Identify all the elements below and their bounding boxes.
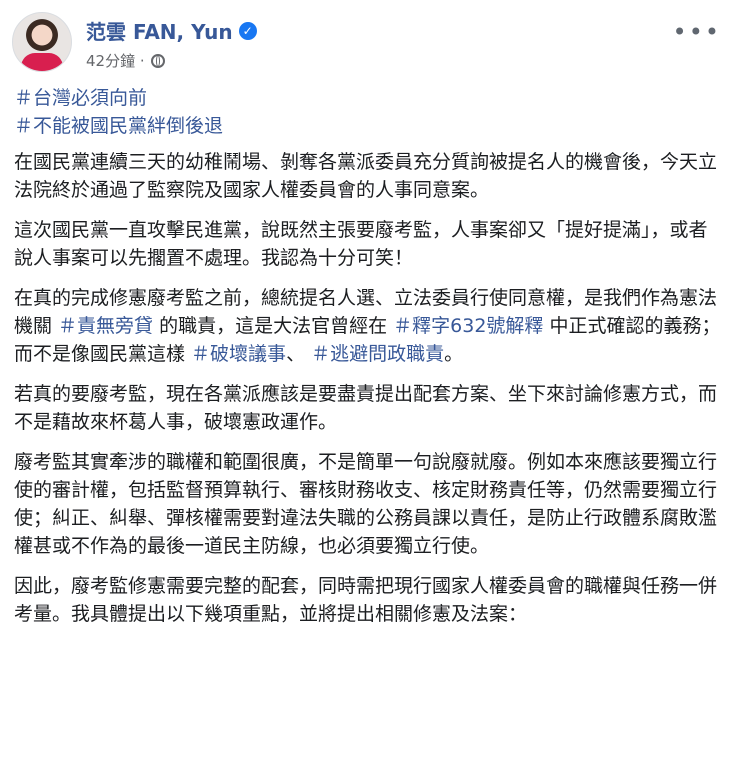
hashtag-link[interactable]: ＃釋字632號解釋 xyxy=(393,315,543,337)
paragraph-text: 、 xyxy=(286,343,312,365)
hashtag-link[interactable]: ＃破壞議事 xyxy=(191,343,286,365)
verified-badge-icon: ✓ xyxy=(238,21,257,40)
post-meta: 42分鐘 · xyxy=(86,50,165,71)
avatar-shirt xyxy=(21,53,63,71)
post-time[interactable]: 42分鐘 · xyxy=(86,50,145,71)
more-options-icon[interactable]: ••• xyxy=(673,18,721,46)
paragraph-text: 的職責，這是大法官曾經在 xyxy=(153,315,394,337)
post-body: ＃台灣必須向前 ＃不能被國民黨絆倒後退 在國民黨連續三天的幼稚鬧場、剝奪各黨派委… xyxy=(14,84,726,640)
hashtag-link[interactable]: ＃台灣必須向前 xyxy=(14,84,726,112)
hashtag-link[interactable]: ＃不能被國民黨絆倒後退 xyxy=(14,112,726,140)
paragraph: 因此，廢考監修憲需要完整的配套，同時需把現行國家人權委員會的職權與任務一併考量。… xyxy=(14,575,718,625)
post-header: 范雲 FAN, Yun ✓ 42分鐘 · ••• xyxy=(12,12,727,76)
paragraph: 廢考監其實牽涉的職權和範圍很廣，不是簡單一句說廢就廢。例如本來應該要獨立行使的審… xyxy=(14,451,718,557)
hashtag-link[interactable]: ＃責無旁貸 xyxy=(58,315,153,337)
paragraph: 在真的完成修憲廢考監之前，總統提名人選、立法委員行使同意權，是我們作為憲法機關 … xyxy=(14,284,726,368)
globe-icon xyxy=(150,53,165,68)
paragraph: 在國民黨連續三天的幼稚鬧場、剝奪各黨派委員充分質詢被提名人的機會後，今天立法院終… xyxy=(14,151,718,201)
paragraph-text: 。 xyxy=(444,343,464,365)
author-name[interactable]: 范雲 FAN, Yun xyxy=(86,16,233,45)
author-row: 范雲 FAN, Yun ✓ xyxy=(86,16,257,45)
paragraph: 這次國民黨一直攻擊民進黨，說既然主張要廢考監，人事案卻又「提好提滿」，或者說人事… xyxy=(14,219,708,269)
hashtag-link[interactable]: ＃逃避問政職責 xyxy=(311,343,444,365)
paragraph: 若真的要廢考監，現在各黨派應該是要盡責提出配套方案、坐下來討論修憲方式，而不是藉… xyxy=(14,383,718,433)
avatar[interactable] xyxy=(12,12,72,72)
hashtag-list: ＃台灣必須向前 ＃不能被國民黨絆倒後退 xyxy=(14,84,726,140)
